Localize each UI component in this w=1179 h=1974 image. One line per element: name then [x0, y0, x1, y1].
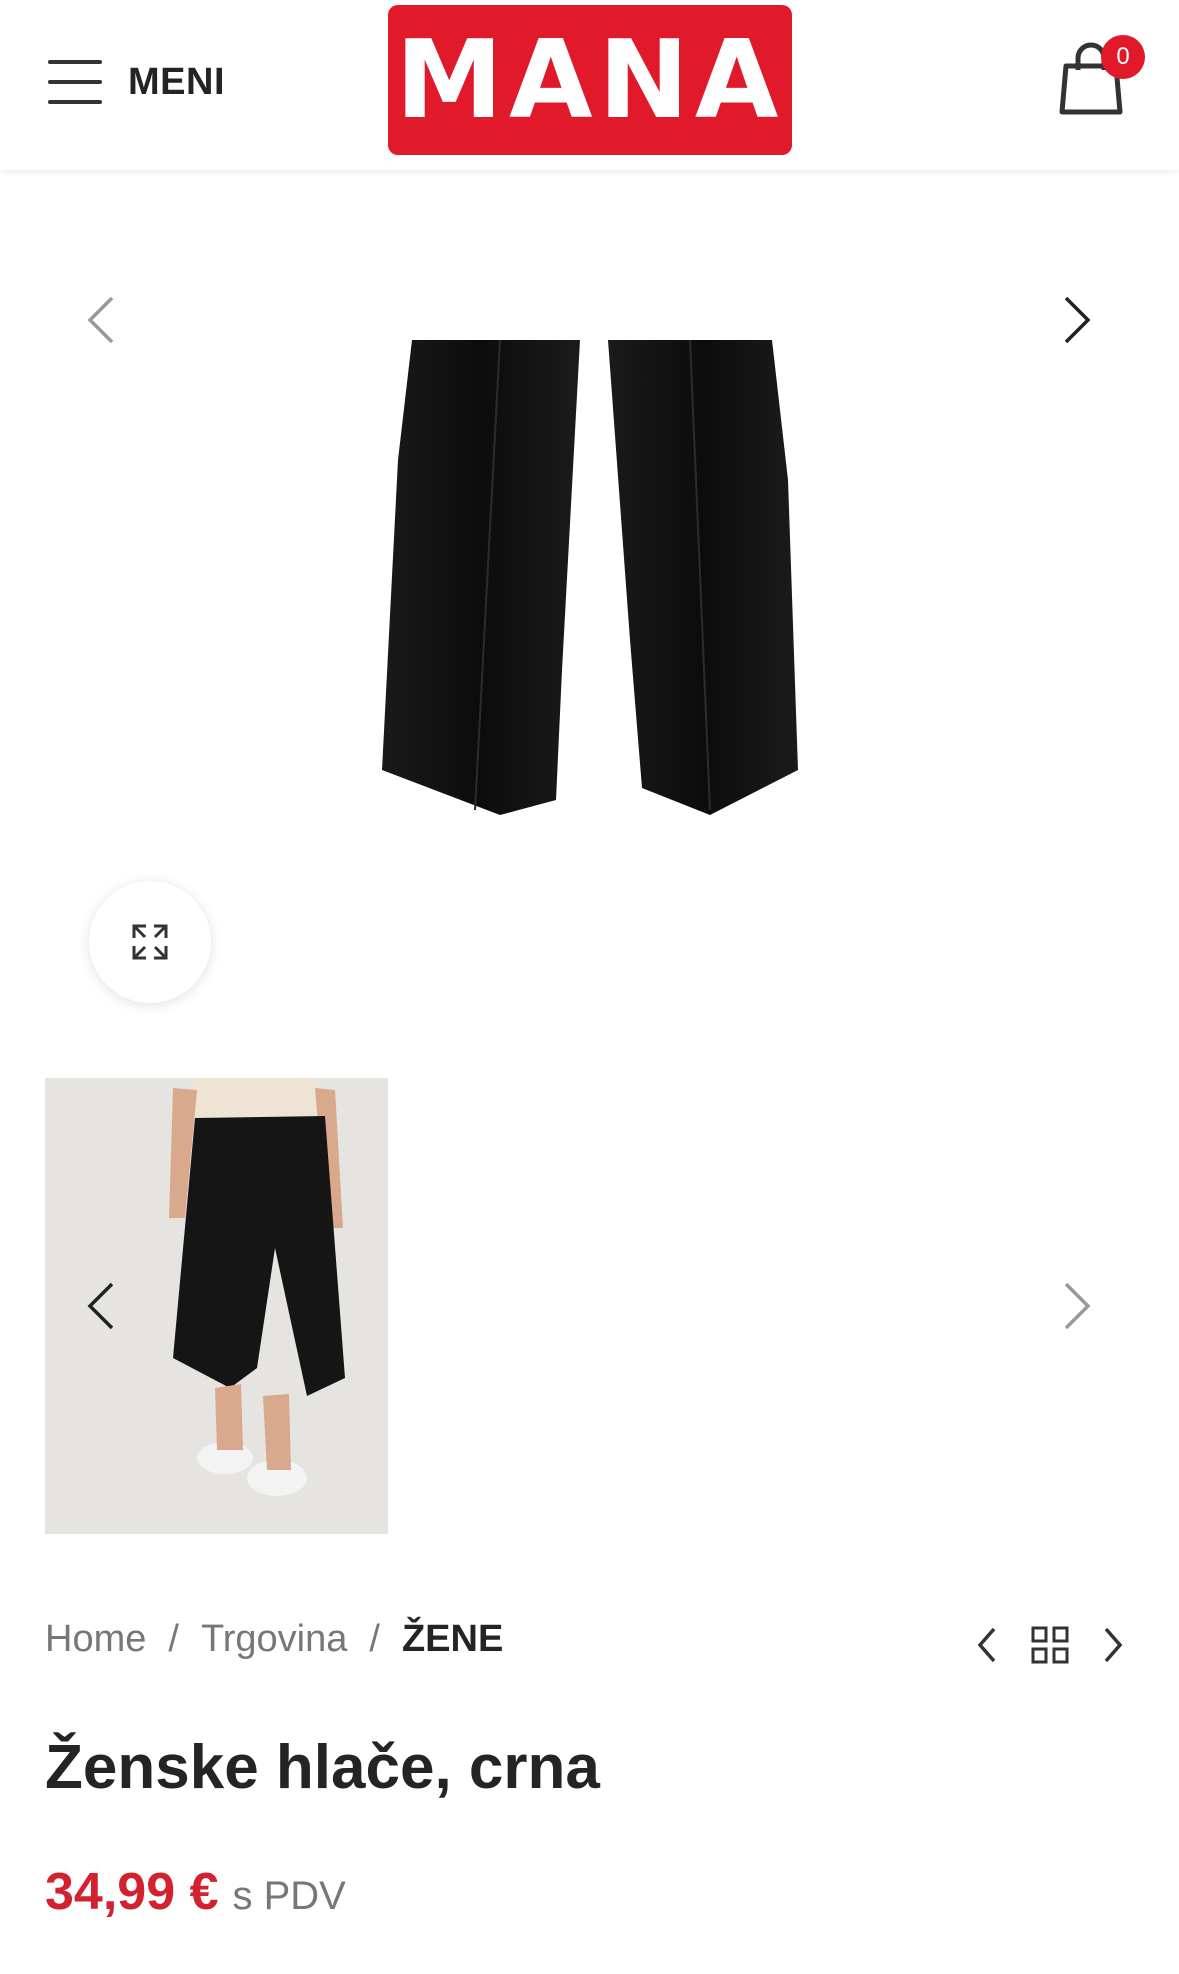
product-photo-pants [382, 340, 798, 815]
breadcrumb-current[interactable]: ŽENE [402, 1618, 503, 1661]
menu-button[interactable]: MENI [48, 52, 225, 112]
thumbnail-prev-arrow[interactable] [74, 1276, 134, 1336]
thumbnail-next-arrow[interactable] [1044, 1276, 1104, 1336]
breadcrumb-shop[interactable]: Trgovina [201, 1618, 347, 1661]
brand-logo[interactable]: MANA [388, 5, 792, 155]
grid-icon[interactable] [1028, 1623, 1072, 1667]
expand-icon [132, 924, 168, 960]
tax-note: s PDV [232, 1874, 346, 1918]
product-title: Ženske hlače, crna [45, 1733, 600, 1802]
zoom-button[interactable] [89, 881, 211, 1003]
image-next-arrow[interactable] [1044, 290, 1104, 350]
hamburger-icon [48, 60, 102, 104]
next-product-icon[interactable] [1092, 1623, 1132, 1667]
image-prev-arrow[interactable] [74, 290, 134, 350]
menu-label: MENI [128, 60, 225, 103]
price-row: 34,99 € s PDV [45, 1862, 346, 1922]
previous-product-icon[interactable] [968, 1623, 1008, 1667]
cart-count-badge: 0 [1101, 35, 1145, 79]
site-header: MENI MANA 0 [0, 0, 1179, 170]
product-navigation [968, 1620, 1132, 1670]
breadcrumb-separator: / [369, 1618, 380, 1660]
breadcrumb-home[interactable]: Home [45, 1618, 146, 1661]
product-price: 34,99 € [45, 1863, 219, 1921]
breadcrumb: Home / Trgovina / ŽENE [45, 1618, 503, 1661]
breadcrumb-separator: / [168, 1618, 179, 1660]
logo-text: MANA [395, 17, 785, 143]
